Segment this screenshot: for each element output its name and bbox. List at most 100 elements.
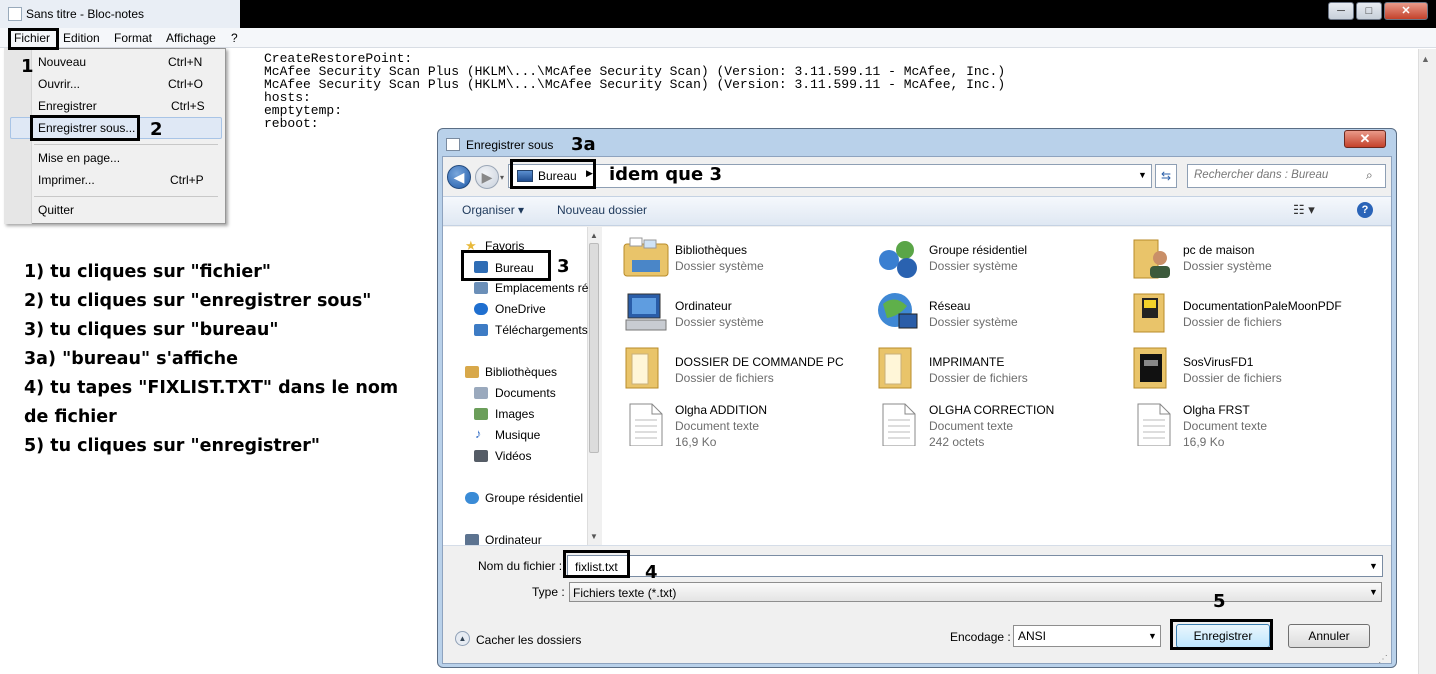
menu-help[interactable]: ? (231, 31, 238, 45)
file-name[interactable]: IMPRIMANTE (929, 355, 1004, 369)
text-file-icon[interactable] (622, 402, 670, 447)
folder-icon[interactable] (622, 346, 670, 390)
address-dropdown-icon[interactable]: ▼ (1138, 170, 1147, 180)
organize-button[interactable]: Organiser ▾ (462, 203, 524, 217)
menu-item-imprimer[interactable]: Imprimer... (38, 173, 95, 187)
shortcut-ouvrir: Ctrl+O (168, 77, 204, 91)
encoding-value[interactable]: ANSI (1018, 629, 1046, 643)
editor-line: emptytemp: (264, 103, 343, 118)
nav-videos[interactable]: Vidéos (495, 449, 531, 463)
window-title: Sans titre - Bloc-notes (26, 7, 145, 21)
network-icon[interactable] (875, 290, 923, 334)
text-file-icon[interactable] (875, 402, 923, 447)
folder-icon[interactable] (1130, 346, 1178, 390)
file-type: Dossier système (1183, 259, 1272, 273)
refresh-button[interactable]: ⇆ (1155, 164, 1177, 188)
file-name[interactable]: Bibliothèques (675, 243, 747, 257)
cancel-button[interactable]: Annuler (1288, 624, 1370, 648)
file-list (602, 227, 1391, 545)
file-name[interactable]: SosVirusFD1 (1183, 355, 1253, 369)
nav-emplacements[interactable]: Emplacements ré (495, 281, 588, 295)
type-select[interactable] (569, 582, 1382, 602)
hide-folders-link[interactable]: Cacher les dossiers (476, 633, 581, 647)
dialog-close-button[interactable]: ✕ (1344, 130, 1386, 148)
type-value[interactable]: Fichiers texte (*.txt) (573, 586, 676, 600)
menu-edition[interactable]: Edition (63, 31, 100, 45)
nav-images[interactable]: Images (495, 407, 534, 421)
annotation-idem: idem que 3 (609, 164, 722, 185)
file-size: 242 octets (929, 435, 985, 449)
file-type: Dossier système (929, 259, 1018, 273)
user-folder-icon[interactable] (1130, 236, 1178, 280)
instruction-line: 3) tu cliques sur "bureau" (24, 320, 279, 340)
file-name[interactable]: Réseau (929, 299, 970, 313)
type-dropdown-icon[interactable]: ▼ (1369, 587, 1378, 597)
new-folder-button[interactable]: Nouveau dossier (557, 203, 647, 217)
computer-icon[interactable] (622, 290, 670, 334)
minimize-button[interactable]: ─ (1328, 2, 1354, 20)
instruction-line: 5) tu cliques sur "enregistrer" (24, 436, 321, 456)
folder-icon[interactable] (1130, 290, 1178, 334)
library-icon[interactable] (622, 236, 670, 280)
resize-grip-icon[interactable]: ⋰ (1378, 654, 1388, 665)
videos-icon (474, 450, 488, 462)
nav-documents[interactable]: Documents (495, 386, 556, 400)
file-name[interactable]: Groupe résidentiel (929, 243, 1027, 257)
nav-scroll-up-icon[interactable]: ▲ (590, 231, 598, 240)
annotation-box-save (1170, 619, 1273, 650)
homegroup-icon (465, 492, 479, 504)
menu-item-ouvrir[interactable]: Ouvrir... (38, 77, 80, 91)
menu-separator (34, 144, 218, 145)
address-bar[interactable] (508, 164, 1152, 188)
help-icon[interactable]: ? (1357, 202, 1373, 218)
menu-item-mise-en-page[interactable]: Mise en page... (38, 151, 120, 165)
libraries-icon (465, 366, 479, 378)
nav-musique[interactable]: Musique (495, 428, 540, 442)
annotation-number-3a: 3a (571, 134, 596, 155)
menu-affichage[interactable]: Affichage (166, 31, 216, 45)
annotation-number-3: 3 (557, 256, 570, 277)
filename-dropdown-icon[interactable]: ▼ (1369, 561, 1378, 571)
menu-separator (34, 196, 218, 197)
maximize-button[interactable]: □ (1356, 2, 1382, 20)
collapse-icon[interactable]: ▲ (455, 631, 470, 646)
editor-scrollbar[interactable] (1418, 49, 1436, 674)
file-type: Dossier système (675, 315, 764, 329)
menu-item-nouveau[interactable]: Nouveau (38, 55, 86, 69)
editor-content: CreateRestorePoint: McAfee Security Scan … (264, 52, 1005, 130)
filename-input[interactable] (567, 555, 1383, 577)
file-type: Document texte (675, 419, 760, 433)
file-name[interactable]: pc de maison (1183, 243, 1254, 257)
file-type: Dossier de fichiers (929, 371, 1028, 385)
file-name[interactable]: OLGHA CORRECTION (929, 403, 1054, 417)
folder-icon[interactable] (875, 346, 923, 390)
instructions: 1) tu cliques sur "fichier" 2) tu clique… (24, 258, 424, 461)
file-type: Dossier de fichiers (1183, 315, 1282, 329)
search-icon[interactable]: ⌕ (1366, 168, 1373, 183)
encoding-dropdown-icon[interactable]: ▼ (1148, 631, 1157, 641)
menu-format[interactable]: Format (114, 31, 152, 45)
close-button[interactable]: ✕ (1384, 2, 1428, 20)
file-name[interactable]: Olgha ADDITION (675, 403, 767, 417)
file-name[interactable]: Olgha FRST (1183, 403, 1250, 417)
homegroup-icon[interactable] (875, 236, 923, 280)
file-name[interactable]: DOSSIER DE COMMANDE PC (675, 355, 844, 369)
text-file-icon[interactable] (1130, 402, 1178, 447)
menu-item-quitter[interactable]: Quitter (38, 203, 74, 217)
back-button[interactable]: ◀ (447, 165, 471, 189)
shortcut-nouveau: Ctrl+N (168, 55, 203, 69)
nav-scroll-down-icon[interactable]: ▼ (590, 532, 598, 541)
view-options-icon[interactable]: ☷ ▾ (1293, 202, 1315, 218)
nav-bibliotheques[interactable]: Bibliothèques (485, 365, 557, 379)
nav-groupe-residentiel[interactable]: Groupe résidentiel (485, 491, 583, 505)
file-name[interactable]: DocumentationPaleMoonPDF (1183, 299, 1342, 313)
nav-scroll-thumb[interactable] (589, 243, 599, 453)
scroll-up-icon[interactable]: ▲ (1421, 54, 1430, 64)
nav-onedrive[interactable]: OneDrive (495, 302, 546, 316)
menu-item-enregistrer[interactable]: Enregistrer (38, 99, 97, 113)
forward-button[interactable]: ▶ (475, 165, 499, 189)
file-type: Dossier système (675, 259, 764, 273)
nav-telechargements[interactable]: Téléchargements (495, 323, 588, 337)
history-dropdown-icon[interactable]: ▾ (500, 173, 504, 182)
file-name[interactable]: Ordinateur (675, 299, 732, 313)
